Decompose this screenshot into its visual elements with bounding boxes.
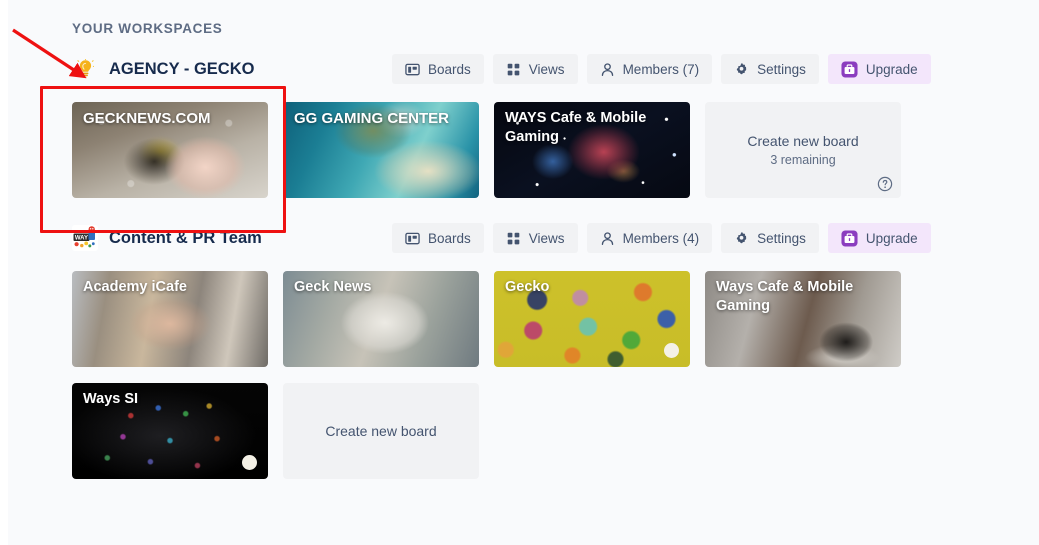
boards-button[interactable]: Boards bbox=[392, 54, 484, 84]
boards-icon bbox=[405, 62, 420, 77]
views-grid-icon bbox=[506, 231, 521, 246]
workspace-header-content-pr-team: WAY Content & PR Team Boards Views Membe… bbox=[72, 221, 931, 255]
gear-icon bbox=[734, 62, 749, 77]
boards-button-label: Boards bbox=[428, 230, 471, 246]
workspace-identity[interactable]: WAY Content & PR Team bbox=[72, 225, 392, 251]
workspace-name: Content & PR Team bbox=[109, 228, 262, 247]
board-grid-content-pr-team: Academy iCafe Geck News Gecko Ways Cafe … bbox=[72, 271, 912, 479]
board-grid-agency-gecko: GECKNEWS.COM GG GAMING CENTER WAYS Cafe … bbox=[72, 102, 912, 198]
views-button-label: Views bbox=[528, 230, 565, 246]
workspace-identity[interactable]: AGENCY - GECKO bbox=[72, 56, 392, 82]
settings-button-label: Settings bbox=[757, 61, 806, 77]
views-grid-icon bbox=[506, 62, 521, 77]
board-tile[interactable]: Gecko bbox=[494, 271, 690, 367]
boards-icon bbox=[405, 231, 420, 246]
board-title: WAYS Cafe & Mobile Gaming bbox=[505, 110, 647, 146]
upgrade-button-label: Upgrade bbox=[865, 230, 918, 246]
help-circle-icon[interactable] bbox=[877, 176, 893, 192]
create-new-board-tile[interactable]: Create new board bbox=[283, 383, 479, 479]
settings-button-label: Settings bbox=[757, 230, 806, 246]
workspace-name: AGENCY - GECKO bbox=[109, 59, 255, 78]
board-title: GECKNEWS.COM bbox=[83, 110, 211, 127]
briefcase-icon bbox=[841, 229, 858, 247]
workspace-logo-icon: WAY bbox=[72, 225, 98, 251]
workspace-actions: Boards Views Members (7) Settings Upgrad… bbox=[392, 54, 931, 84]
person-icon bbox=[600, 231, 615, 246]
board-tile[interactable]: GECKNEWS.COM bbox=[72, 102, 268, 198]
board-tile[interactable]: Academy iCafe bbox=[72, 271, 268, 367]
create-new-board-label: Create new board bbox=[325, 423, 437, 439]
board-tile[interactable]: Ways Cafe & Mobile Gaming bbox=[705, 271, 901, 367]
boards-button[interactable]: Boards bbox=[392, 223, 484, 253]
board-status-dot bbox=[242, 455, 257, 470]
settings-button[interactable]: Settings bbox=[721, 54, 819, 84]
board-status-dot bbox=[664, 343, 679, 358]
board-title: GG GAMING CENTER bbox=[294, 110, 450, 127]
lightbulb-icon bbox=[72, 56, 98, 82]
members-button[interactable]: Members (7) bbox=[586, 54, 713, 84]
upgrade-button-label: Upgrade bbox=[865, 61, 918, 77]
workspaces-page: YOUR WORKSPACES AGENCY - GECKO Boards Vi… bbox=[8, 0, 1039, 545]
board-tile[interactable]: Ways SI bbox=[72, 383, 268, 479]
board-title: Geck News bbox=[294, 279, 372, 295]
briefcase-icon bbox=[841, 60, 858, 78]
members-button-label: Members (7) bbox=[622, 61, 700, 77]
views-button[interactable]: Views bbox=[492, 223, 578, 253]
workspace-header-agency-gecko: AGENCY - GECKO Boards Views Members (7) … bbox=[72, 52, 931, 86]
boards-button-label: Boards bbox=[428, 61, 471, 77]
person-icon bbox=[600, 62, 615, 77]
members-button[interactable]: Members (4) bbox=[586, 223, 713, 253]
board-title: Ways Cafe & Mobile Gaming bbox=[716, 279, 854, 315]
svg-text:WAY: WAY bbox=[75, 235, 88, 241]
board-title: Gecko bbox=[505, 279, 550, 295]
upgrade-button[interactable]: Upgrade bbox=[827, 223, 931, 253]
views-button[interactable]: Views bbox=[492, 54, 578, 84]
page-title: YOUR WORKSPACES bbox=[72, 21, 223, 36]
board-tile[interactable]: GG GAMING CENTER bbox=[283, 102, 479, 198]
create-new-board-label: Create new board bbox=[747, 133, 859, 149]
board-tile[interactable]: Geck News bbox=[283, 271, 479, 367]
settings-button[interactable]: Settings bbox=[721, 223, 819, 253]
views-button-label: Views bbox=[528, 61, 565, 77]
create-new-board-tile[interactable]: Create new board 3 remaining bbox=[705, 102, 901, 198]
workspace-actions: Boards Views Members (4) Settings Upgrad… bbox=[392, 223, 931, 253]
create-new-board-remaining: 3 remaining bbox=[770, 153, 836, 167]
board-tile[interactable]: WAYS Cafe & Mobile Gaming bbox=[494, 102, 690, 198]
upgrade-button[interactable]: Upgrade bbox=[827, 54, 931, 84]
board-title: Ways SI bbox=[83, 391, 139, 407]
members-button-label: Members (4) bbox=[622, 230, 700, 246]
workspaces-content: YOUR WORKSPACES AGENCY - GECKO Boards Vi… bbox=[72, 0, 931, 479]
gear-icon bbox=[734, 231, 749, 246]
board-title: Academy iCafe bbox=[83, 279, 187, 295]
